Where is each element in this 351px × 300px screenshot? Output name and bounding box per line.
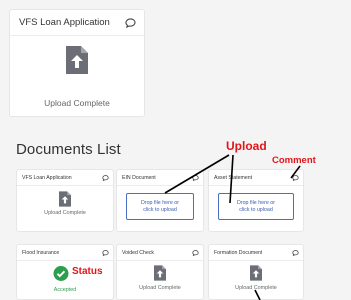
card-body: Upload Complete — [209, 261, 303, 300]
file-dropzone[interactable]: Drop file here or click to upload — [126, 193, 194, 220]
card-header: Voided Check — [117, 245, 203, 261]
section-title: Documents List — [16, 141, 121, 158]
card-title: Formation Document — [214, 249, 263, 256]
card-header: Asset Statement — [209, 170, 303, 186]
upload-status: Upload Complete — [44, 210, 86, 216]
annotation-status-label: Status — [72, 266, 103, 277]
card-title: Voided Check — [122, 249, 155, 256]
upload-status: Upload Complete — [235, 285, 277, 291]
comment-icon[interactable] — [192, 249, 199, 256]
card-title: Asset Statement — [214, 174, 253, 181]
comment-icon[interactable] — [102, 249, 109, 256]
comment-icon[interactable] — [292, 174, 299, 181]
upload-file-icon — [154, 265, 166, 286]
upload-status: Upload Complete — [44, 98, 110, 108]
comment-icon[interactable] — [102, 174, 109, 181]
upload-file-icon — [59, 191, 71, 212]
document-card-voided-check[interactable]: Voided Check Upload Complete — [116, 244, 204, 300]
card-body: Drop file here or click to upload — [209, 186, 303, 232]
card-header: EIN Document — [117, 170, 203, 186]
card-title: VFS Loan Application — [19, 17, 110, 28]
card-header: VFS Loan Application — [10, 10, 144, 36]
card-body: Upload Complete — [117, 261, 203, 300]
card-title: VFS Loan Application — [22, 174, 72, 181]
comment-icon[interactable] — [125, 17, 136, 28]
vfs-loan-application-card[interactable]: VFS Loan Application Upload Complete — [9, 9, 145, 117]
upload-file-icon — [66, 46, 88, 79]
document-card-formation-document[interactable]: Formation Document Upload Complete — [208, 244, 304, 300]
document-card-asset-statement[interactable]: Asset Statement Drop file here or click … — [208, 169, 304, 232]
card-header: VFS Loan Application — [17, 170, 113, 186]
annotation-comment-label: Comment — [272, 155, 316, 166]
status-accepted: Accepted — [53, 287, 77, 293]
card-body: Upload Complete — [10, 36, 144, 116]
comment-icon[interactable] — [192, 174, 199, 181]
document-card-vfs-loan-application[interactable]: VFS Loan Application Upload Complete — [16, 169, 114, 232]
card-header: Formation Document — [209, 245, 303, 261]
dropzone-label: Drop file here or click to upload — [237, 199, 275, 213]
file-dropzone[interactable]: Drop file here or click to upload — [218, 193, 294, 220]
card-body: Upload Complete — [17, 186, 113, 232]
dropzone-label: Drop file here or click to upload — [141, 199, 179, 213]
card-title: Flood Insurance — [22, 249, 60, 256]
check-circle-icon — [53, 266, 69, 286]
annotation-upload-label: Upload — [226, 139, 267, 153]
card-header: Flood Insurance — [17, 245, 113, 261]
document-card-ein-document[interactable]: EIN Document Drop file here or click to … — [116, 169, 204, 232]
upload-file-icon — [250, 265, 262, 286]
card-title: EIN Document — [122, 174, 156, 181]
upload-status: Upload Complete — [139, 285, 181, 291]
comment-icon[interactable] — [292, 249, 299, 256]
card-body: Drop file here or click to upload — [117, 186, 203, 232]
